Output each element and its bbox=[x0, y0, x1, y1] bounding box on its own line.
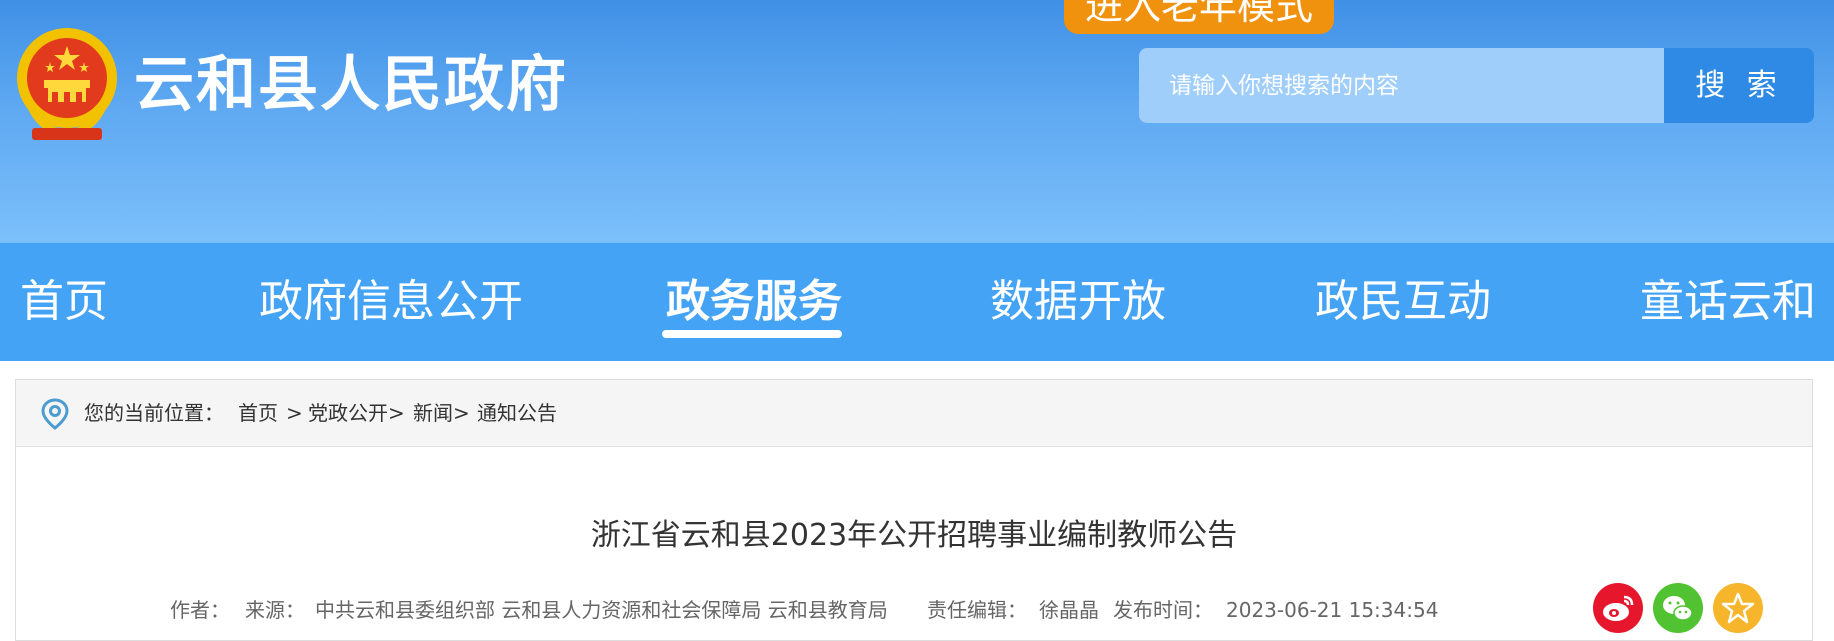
breadcrumb-party-gov[interactable]: 党政公开> bbox=[308, 380, 405, 446]
source-label: 来源： bbox=[245, 598, 305, 622]
editor-value: 徐晶晶 bbox=[1039, 598, 1099, 622]
nav-item-gov-info[interactable]: 政府信息公开 bbox=[259, 243, 523, 361]
breadcrumb-prefix: 您的当前位置： bbox=[84, 401, 224, 425]
national-emblem-icon bbox=[17, 28, 117, 140]
source-value: 中共云和县委组织部 云和县人力资源和社会保障局 云和县教育局 bbox=[315, 598, 888, 622]
search-button[interactable]: 搜 索 bbox=[1664, 48, 1814, 123]
editor-label: 责任编辑： bbox=[927, 598, 1027, 622]
share-wechat-button[interactable] bbox=[1653, 583, 1703, 633]
article-panel: 您的当前位置： 首页 > 党政公开> 新闻> 通知公告 浙江省云和县2023年公… bbox=[15, 379, 1813, 641]
nav-item-interaction[interactable]: 政民互动 bbox=[1315, 243, 1491, 361]
publish-label: 发布时间： bbox=[1113, 598, 1213, 622]
weibo-icon bbox=[1603, 595, 1634, 621]
breadcrumb-home[interactable]: 首页 bbox=[238, 380, 278, 446]
share-weibo-button[interactable] bbox=[1593, 583, 1643, 633]
site-header: 云和县人民政府 进入老年模式 搜 索 bbox=[0, 0, 1834, 243]
favorite-star-icon bbox=[1721, 592, 1755, 624]
search-input[interactable] bbox=[1139, 48, 1664, 123]
breadcrumb: 您的当前位置： 首页 > 党政公开> 新闻> 通知公告 bbox=[16, 380, 1812, 447]
main-nav: 首页 政府信息公开 政务服务 数据开放 政民互动 童话云和 bbox=[0, 243, 1834, 361]
article-title: 浙江省云和县2023年公开招聘事业编制教师公告 bbox=[590, 518, 1238, 553]
share-favorite-button[interactable] bbox=[1713, 583, 1763, 633]
nav-item-data-open[interactable]: 数据开放 bbox=[990, 243, 1166, 361]
nav-item-fairytale-yunhe[interactable]: 童话云和 bbox=[1640, 243, 1816, 361]
elder-mode-button[interactable]: 进入老年模式 bbox=[1064, 0, 1334, 34]
publish-time: 2023-06-21 15:34:54 bbox=[1226, 598, 1439, 622]
wechat-icon bbox=[1663, 596, 1693, 621]
location-pin-icon bbox=[41, 398, 69, 430]
site-title: 云和县人民政府 bbox=[134, 50, 568, 120]
breadcrumb-separator: > bbox=[286, 401, 303, 425]
nav-item-home[interactable]: 首页 bbox=[20, 243, 108, 361]
active-nav-underline bbox=[662, 330, 842, 338]
nav-item-gov-service[interactable]: 政务服务 bbox=[666, 243, 842, 361]
breadcrumb-news[interactable]: 新闻> bbox=[413, 380, 470, 446]
author-label: 作者： bbox=[170, 598, 230, 622]
breadcrumb-notice[interactable]: 通知公告 bbox=[477, 380, 557, 446]
search-box bbox=[1139, 48, 1664, 123]
